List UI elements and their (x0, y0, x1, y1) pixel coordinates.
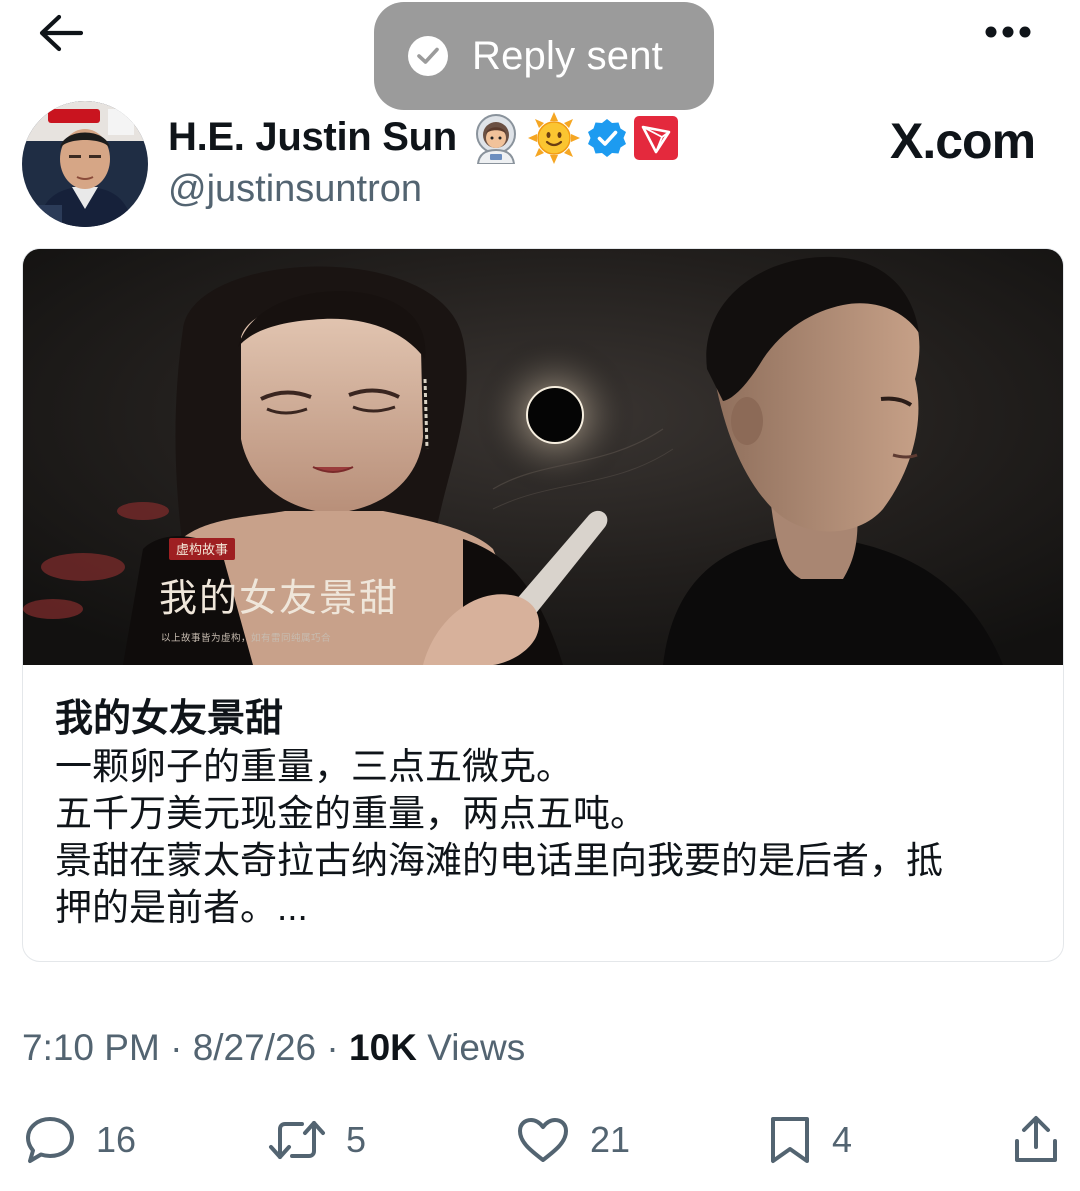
reply-count: 16 (96, 1119, 137, 1160)
bookmark-icon (771, 1117, 809, 1163)
post-meta: 7:10 PM · 8/27/26 · 10K Views (22, 1027, 525, 1069)
reply-button[interactable]: 16 (24, 1112, 136, 1168)
check-circle-icon (408, 36, 448, 76)
reply-sent-toast: Reply sent (374, 2, 714, 110)
link-preview-card[interactable]: 虚构故事 我的女友景甜 以上故事皆为虚构，如有雷同纯属巧合 我的女友景甜 一颗卵… (22, 248, 1064, 962)
back-arrow-icon (39, 14, 83, 52)
like-button[interactable]: 21 (516, 1112, 630, 1168)
reply-bubble-icon (26, 1117, 74, 1163)
views-label: Views (416, 1027, 526, 1068)
author-handle[interactable]: @justinsuntron (168, 168, 422, 211)
card-image-disclaimer: 以上故事皆为虚构，如有雷同纯属巧合 (161, 632, 331, 644)
more-options-button[interactable] (978, 10, 1038, 54)
repost-arrows-icon (269, 1121, 325, 1159)
astronaut-emoji-icon (476, 114, 516, 164)
meta-separator: · (159, 1027, 193, 1068)
card-description-line: 五千万美元现金的重量，两点五吨。 (55, 793, 647, 834)
tron-logo-icon (634, 116, 678, 160)
card-image-title: 我的女友景甜 (159, 576, 399, 620)
share-icon (1015, 1116, 1057, 1162)
verified-badge-icon (588, 119, 626, 157)
card-description-line: 押的是前者。... (55, 887, 308, 928)
post-date[interactable]: 8/27/26 (193, 1027, 316, 1068)
card-image-tag: 虚构故事 (176, 543, 228, 558)
back-button[interactable] (30, 8, 90, 58)
share-button[interactable] (1008, 1112, 1064, 1168)
repost-button[interactable]: 5 (268, 1112, 366, 1168)
toast-text: Reply sent (472, 33, 663, 78)
like-count: 21 (590, 1119, 631, 1160)
card-description: 一颗卵子的重量，三点五微克。 五千万美元现金的重量，两点五吨。 景甜在蒙太奇拉古… (55, 743, 1035, 931)
card-description-line: 景甜在蒙太奇拉古纳海滩的电话里向我要的是后者，抵 (55, 840, 943, 881)
card-description-line: 一颗卵子的重量，三点五微克。 (55, 746, 573, 787)
author-name[interactable]: H.E. Justin Sun (168, 115, 457, 160)
repost-count: 5 (346, 1119, 367, 1160)
card-image: 虚构故事 我的女友景甜 以上故事皆为虚构，如有雷同纯属巧合 (23, 249, 1063, 665)
sun-face-emoji-icon (528, 112, 580, 164)
bookmark-button[interactable]: 4 (768, 1112, 852, 1168)
name-badges (470, 112, 678, 164)
card-title: 我的女友景甜 (55, 698, 284, 740)
bookmark-count: 4 (832, 1119, 853, 1160)
views-count: 10K (349, 1027, 417, 1068)
source-watermark: X.com (890, 113, 1036, 169)
more-dots-icon (985, 26, 1031, 38)
meta-separator: · (316, 1027, 350, 1068)
author-avatar[interactable] (22, 101, 148, 227)
post-time[interactable]: 7:10 PM (22, 1027, 160, 1068)
heart-icon (518, 1118, 568, 1162)
